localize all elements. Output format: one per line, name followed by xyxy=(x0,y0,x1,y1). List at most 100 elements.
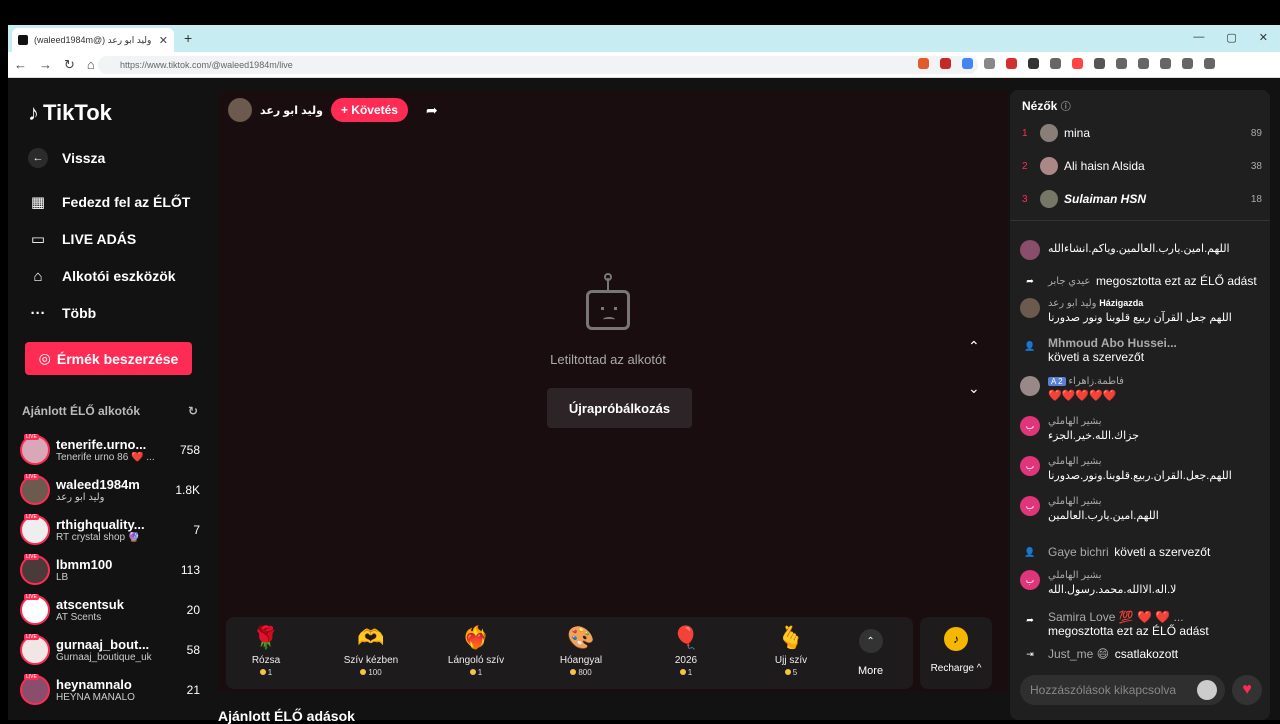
creator-item[interactable]: LIVE lbmm100 LB 113 xyxy=(20,553,200,587)
chat-text: ❤️❤️❤️❤️❤️ xyxy=(1048,390,1117,402)
sidebar: ♪ TikTok ← Vissza ▦ Fedezd fel az ÉLŐT ▭… xyxy=(8,78,218,720)
creator-item[interactable]: LIVE waleed1984m وليد ابو رعد 1.8K xyxy=(20,473,200,507)
rank: 2 xyxy=(1022,160,1028,172)
home-icon[interactable]: ⌂ xyxy=(87,57,95,73)
viewer-count: 1.8K xyxy=(175,483,200,497)
gift-item[interactable]: ❤️‍🔥 Lángoló szív 1 xyxy=(436,625,516,677)
reload-icon[interactable]: ↻ xyxy=(64,57,75,73)
creator-item[interactable]: LIVE gurnaaj_bout... Gurnaaj_boutique_uk … xyxy=(20,633,200,667)
creator-subtitle: Tenerife urno 86 ❤️ ... xyxy=(56,452,155,463)
extension-icon[interactable] xyxy=(918,58,929,69)
share-icon: ➦ xyxy=(1026,275,1034,286)
nav-explore-live[interactable]: ▦ Fedezd fel az ÉLŐT xyxy=(28,192,190,212)
gift-price: 800 xyxy=(578,668,592,677)
extension-icon[interactable] xyxy=(984,58,995,69)
get-coins-button[interactable]: ◎ Érmék beszerzése xyxy=(25,342,192,375)
avatar xyxy=(1040,190,1058,208)
minimize-icon[interactable]: — xyxy=(1193,31,1204,44)
chat-user: عيدي جابر xyxy=(1048,275,1091,287)
avatar: LIVE xyxy=(20,514,50,545)
url-field[interactable]: https://www.tiktok.com/@waleed1984m/live xyxy=(98,56,978,74)
gift-icon: 🎈 xyxy=(672,625,700,650)
translate-icon[interactable] xyxy=(962,58,973,69)
nav-more[interactable]: ··· Több xyxy=(28,303,97,323)
creator-item[interactable]: LIVE heynamnalo HEYNA MANALO 21 xyxy=(20,673,200,707)
creator-item[interactable]: LIVE atscentsuk AT Scents 20 xyxy=(20,593,200,627)
forward-arrow-icon[interactable]: → xyxy=(39,57,52,73)
recharge-button[interactable]: ♪ Recharge ^ xyxy=(920,617,992,689)
viewer-row[interactable]: 2 Ali haisn Alsida 38 xyxy=(1022,157,1262,175)
viewer-row[interactable]: 3 Sulaiman HSN 18 xyxy=(1022,190,1262,208)
live-badge: LIVE xyxy=(24,594,39,600)
nav-label: Fedezd fel az ÉLŐT xyxy=(62,194,191,210)
chat-join-event: ⇥ Just_me 😄 csatlakozott xyxy=(1020,644,1265,664)
comment-input[interactable]: Hozzászólások kikapcsolva xyxy=(1020,675,1225,705)
back-link[interactable]: ← Vissza xyxy=(28,148,105,168)
avatar xyxy=(1040,157,1058,175)
like-button[interactable]: ♥ xyxy=(1232,675,1262,705)
back-arrow-icon[interactable]: ← xyxy=(14,57,27,73)
viewer-row[interactable]: 1 mina 89 xyxy=(1022,124,1262,142)
nav-label: LIVE ADÁS xyxy=(62,231,137,247)
host-avatar[interactable] xyxy=(228,98,252,122)
gift-item[interactable]: 🫶 Szív kézben 100 xyxy=(331,625,411,677)
puzzle-icon[interactable] xyxy=(1160,58,1171,69)
heart-icon: ♥ xyxy=(1242,681,1252,698)
nav-label: Alkotói eszközök xyxy=(62,268,176,284)
coin-icon xyxy=(259,669,266,675)
avatar: LIVE xyxy=(20,474,50,505)
share-icon[interactable]: ➦ xyxy=(426,102,438,119)
follow-button[interactable]: + Követés xyxy=(330,98,408,122)
avatar: ب xyxy=(1020,496,1040,516)
creator-subtitle: Gurnaaj_boutique_uk xyxy=(56,652,152,663)
chat-event-text: követi a szervezőt xyxy=(1048,350,1145,364)
extension-icon[interactable] xyxy=(1006,58,1017,69)
sidebar-icon[interactable] xyxy=(1116,58,1127,69)
extension-icon[interactable] xyxy=(1050,58,1061,69)
creator-item[interactable]: LIVE rthighquality... RT crystal shop 🔮 7 xyxy=(20,513,200,547)
viewer-name: Sulaiman HSN xyxy=(1064,192,1147,206)
gift-item[interactable]: 🫰 Ujj szív 5 xyxy=(751,625,831,677)
extension-icon[interactable] xyxy=(1094,58,1105,69)
tiktok-logo[interactable]: ♪ TikTok xyxy=(28,100,112,126)
close-window-icon[interactable]: ✕ xyxy=(1259,31,1268,44)
menu-icon[interactable] xyxy=(1204,58,1215,69)
recommended-live-title: Ajánlott ÉLŐ adások xyxy=(218,708,355,724)
refresh-icon[interactable]: ↻ xyxy=(188,404,198,418)
chevron-up-icon[interactable]: ⌃ xyxy=(968,338,980,355)
join-icon: ⇥ xyxy=(1026,648,1034,659)
more-gifts-button[interactable]: ⌃ More xyxy=(858,629,883,677)
nav-creator-tools[interactable]: ⌂ Alkotói eszközök xyxy=(28,266,176,286)
chevron-down-icon[interactable]: ⌄ xyxy=(968,380,980,397)
chat-user: Samira Love 💯 ❤️ ❤️ ... xyxy=(1048,610,1184,624)
maximize-icon[interactable]: ▢ xyxy=(1226,31,1236,44)
shield-icon[interactable] xyxy=(1182,58,1193,69)
browser-tab[interactable]: (waleed1984m@) وليد ابو رعد ✕ xyxy=(12,28,174,52)
creator-subtitle: AT Scents xyxy=(56,612,102,623)
new-tab-icon[interactable]: + xyxy=(184,30,192,46)
chat-user: فاطمة.زاهراء xyxy=(1068,376,1124,387)
close-tab-icon[interactable]: ✕ xyxy=(159,34,168,47)
viewer-count: 20 xyxy=(186,603,200,617)
gift-price: 1 xyxy=(477,668,483,677)
emoji-icon[interactable] xyxy=(1197,680,1217,700)
creator-item[interactable]: LIVE tenerife.urno... Tenerife urno 86 ❤️… xyxy=(20,433,200,467)
gift-item[interactable]: 🎨 Hóangyal 800 xyxy=(541,625,621,677)
creator-name: heynamnalo xyxy=(56,677,132,692)
host-name[interactable]: وليد ابو رعد xyxy=(260,104,323,117)
browser-tabbar: (waleed1984m@) وليد ابو رعد ✕ + — ▢ ✕ xyxy=(8,25,1280,52)
wallet-icon[interactable] xyxy=(1138,58,1149,69)
gift-item[interactable]: 🎈 2026 1 xyxy=(646,625,726,677)
recharge-label: Recharge ^ xyxy=(930,663,982,674)
help-icon[interactable]: ⓘ xyxy=(1061,102,1071,113)
extension-icon[interactable] xyxy=(1028,58,1039,69)
extension-icon[interactable] xyxy=(1072,58,1083,69)
retry-button[interactable]: Újrapróbálkozás xyxy=(547,388,692,428)
chat-message: ب بشير الهاملي لا.اله.الاالله.محمد.رسول.ا… xyxy=(1020,570,1265,596)
live-badge: LIVE xyxy=(24,554,39,560)
viewer-points: 18 xyxy=(1250,193,1262,205)
extension-icon[interactable] xyxy=(940,58,951,69)
gift-item[interactable]: 🌹 Rózsa 1 xyxy=(226,625,306,677)
nav-live-broadcast[interactable]: ▭ LIVE ADÁS xyxy=(28,229,136,249)
rank: 1 xyxy=(1022,127,1028,139)
